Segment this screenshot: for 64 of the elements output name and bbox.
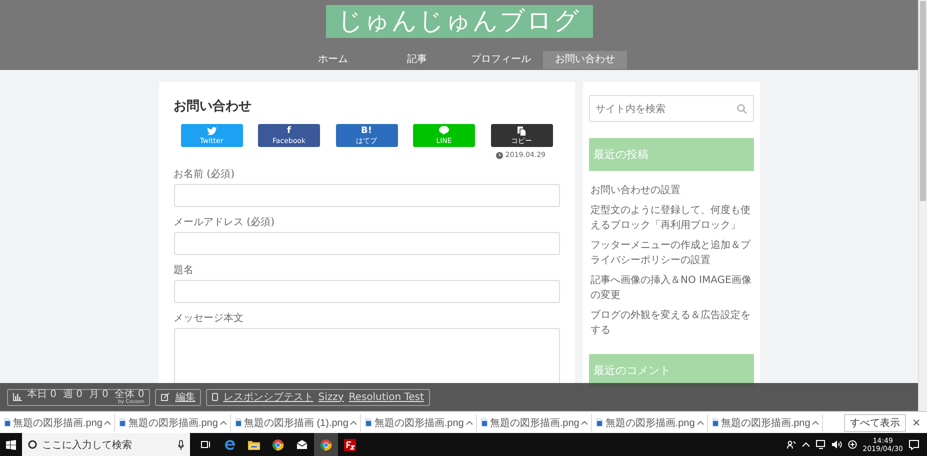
scrollbar-thumb[interactable] [920, 1, 926, 201]
phone-icon [212, 393, 218, 401]
bar-chart-icon [13, 393, 22, 401]
file-icon [234, 418, 242, 427]
ime-icon[interactable] [848, 440, 857, 449]
copy-icon [517, 126, 526, 136]
download-file-name[interactable]: 無題の図形描画 (1).png [244, 416, 348, 430]
field-label: 題名 [174, 264, 194, 278]
people-icon[interactable] [786, 440, 796, 449]
file-icon [712, 418, 719, 427]
browser-icon [272, 438, 284, 450]
field-label: メールアドレス (必須) [174, 216, 276, 230]
file-icon [119, 418, 126, 427]
nav-tab[interactable]: お問い合わせ [543, 51, 627, 69]
envelope-icon [296, 438, 308, 450]
nav-tab[interactable]: ホーム [291, 51, 375, 69]
download-file-name[interactable]: 無題の図形描画.png [13, 416, 102, 430]
bird-icon [206, 126, 216, 134]
page-title: お問い合わせ [174, 98, 252, 116]
windows-icon[interactable] [6, 440, 16, 450]
notification-icon[interactable] [909, 440, 919, 450]
close-button[interactable]: × [906, 416, 927, 429]
speech-bubble-icon [439, 126, 449, 135]
browser-icon [224, 438, 236, 450]
post-link[interactable]: ブログの外観を変える＆広告設定をする [590, 308, 752, 338]
file-icon [365, 418, 372, 427]
post-link[interactable]: 定型文のように登録して、何度も使えるブロック「再利用ブロック」 [590, 203, 752, 233]
edit-icon [161, 393, 170, 401]
search-icon [736, 104, 746, 114]
post-link[interactable]: お問い合わせの設置 [590, 183, 752, 198]
download-file-name[interactable]: 無題の図形描画.png [490, 416, 580, 430]
test-link[interactable]: Sizzy [318, 392, 344, 402]
circle-icon [28, 440, 37, 449]
folder-icon [248, 438, 260, 450]
field-label: メッセージ本文 [174, 312, 244, 326]
edit-button[interactable]: 編集 [155, 388, 202, 406]
taskbar-search-field[interactable]: ここに入力して検索 [22, 433, 190, 456]
test-link[interactable]: Resolution Test [348, 392, 424, 402]
microphone-icon [178, 440, 184, 450]
input-field[interactable] [174, 280, 560, 303]
download-file-name[interactable]: 無題の図形描画.png [605, 416, 695, 430]
field-label: お名前 (必須) [174, 168, 236, 182]
download-file-name[interactable]: 無題の図形描画.png [720, 416, 810, 430]
app-icon [344, 438, 356, 450]
download-file-name[interactable]: 無題の図形描画.png [374, 416, 464, 430]
network-icon[interactable] [816, 440, 826, 449]
nav-tab[interactable]: 記事 [375, 51, 459, 69]
nav-tab[interactable]: プロフィール [459, 51, 543, 69]
widget-heading: 最近の投稿 [588, 138, 754, 171]
file-icon [596, 418, 604, 427]
download-file-name[interactable]: 無題の図形描画.png [128, 416, 218, 430]
task-view-icon [200, 438, 212, 450]
search-field[interactable]: サイト内を検索 [588, 95, 754, 122]
speaker-icon[interactable] [832, 440, 842, 449]
file-icon [480, 418, 488, 427]
file-icon [4, 418, 11, 427]
input-field[interactable] [174, 184, 560, 207]
input-field[interactable] [174, 232, 560, 255]
post-link[interactable]: 記事へ画像の挿入＆NO IMAGE画像の変更 [590, 273, 752, 303]
post-link[interactable]: フッターメニューの作成と追加＆プライバシーポリシーの設置 [590, 238, 752, 268]
show-all-button[interactable]: すべて表示 [844, 414, 906, 432]
browser-icon [320, 438, 332, 450]
clock-icon [496, 152, 504, 158]
test-link[interactable]: レスポンシブテスト [223, 390, 314, 404]
